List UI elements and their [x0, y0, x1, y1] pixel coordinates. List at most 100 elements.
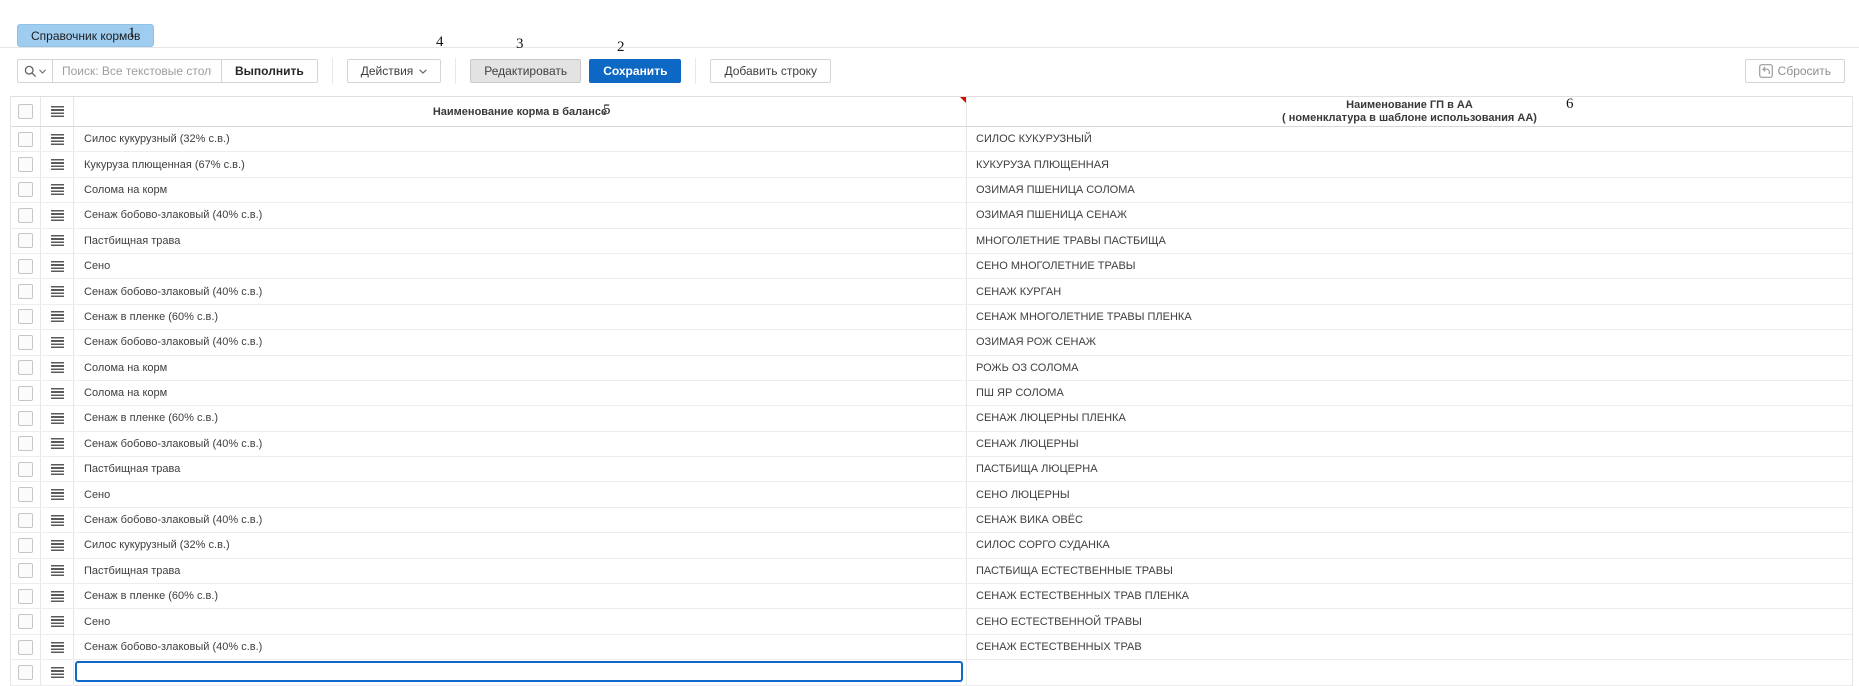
gp-name-cell[interactable]: СЕНАЖ ЕСТЕСТВЕННЫХ ТРАВ	[967, 635, 1852, 659]
gp-name-cell[interactable]: ПАСТБИЩА ЕСТЕСТВЕННЫЕ ТРАВЫ	[967, 559, 1852, 583]
feed-name-cell[interactable]: Сенаж в пленке (60% с.в.)	[74, 584, 967, 608]
row-drag-handle-icon[interactable]	[51, 159, 64, 170]
column-header-gp-name[interactable]: Наименование ГП в АА ( номенклатура в ша…	[967, 97, 1852, 126]
go-button[interactable]: Выполнить	[221, 59, 318, 83]
feed-name-cell[interactable]: Сенаж бобово-злаковый (40% с.в.)	[74, 432, 967, 456]
gp-name-cell[interactable]: ОЗИМАЯ ПШЕНИЦА СЕНАЖ	[967, 203, 1852, 227]
feed-name-cell[interactable]: Сенаж бобово-злаковый (40% с.в.)	[74, 508, 967, 532]
row-checkbox[interactable]	[18, 360, 33, 375]
row-checkbox[interactable]	[18, 259, 33, 274]
row-select-cell	[11, 584, 41, 608]
row-checkbox[interactable]	[18, 563, 33, 578]
row-checkbox[interactable]	[18, 208, 33, 223]
feed-name-cell[interactable]: Сено	[74, 482, 967, 506]
row-checkbox[interactable]	[18, 462, 33, 477]
feed-name-cell[interactable]: Сенаж в пленке (60% с.в.)	[74, 305, 967, 329]
row-drag-handle-icon[interactable]	[51, 489, 64, 500]
row-drag-handle-icon[interactable]	[51, 540, 64, 551]
row-drag-handle-icon[interactable]	[51, 464, 64, 475]
row-drag-handle-icon[interactable]	[51, 591, 64, 602]
menu-icon[interactable]	[51, 106, 64, 117]
row-drag-handle-icon[interactable]	[51, 616, 64, 627]
row-checkbox[interactable]	[18, 513, 33, 528]
feed-name-cell[interactable]: Сено	[74, 609, 967, 633]
gp-name-cell[interactable]: ПШ ЯР СОЛОМА	[967, 381, 1852, 405]
search-input[interactable]	[53, 59, 221, 83]
gp-name-cell[interactable]: ПАСТБИЩА ЛЮЦЕРНА	[967, 457, 1852, 481]
feed-name-cell[interactable]: Солома на корм	[74, 356, 967, 380]
row-drag-handle-icon[interactable]	[51, 515, 64, 526]
row-drag-handle-icon[interactable]	[51, 337, 64, 348]
row-drag-handle-icon[interactable]	[51, 235, 64, 246]
feed-name-cell[interactable]: Сено	[74, 254, 967, 278]
row-checkbox[interactable]	[18, 665, 33, 680]
feed-name-cell[interactable]: Силос кукурузный (32% с.в.)	[74, 127, 967, 151]
row-checkbox[interactable]	[18, 538, 33, 553]
gp-name-cell[interactable]: СЕНАЖ МНОГОЛЕТНИЕ ТРАВЫ ПЛЕНКА	[967, 305, 1852, 329]
row-checkbox[interactable]	[18, 284, 33, 299]
feed-name-cell[interactable]: Сенаж бобово-злаковый (40% с.в.)	[74, 635, 967, 659]
row-drag-handle-icon[interactable]	[51, 184, 64, 195]
row-checkbox[interactable]	[18, 309, 33, 324]
row-checkbox[interactable]	[18, 436, 33, 451]
save-button[interactable]: Сохранить	[589, 59, 681, 83]
row-checkbox[interactable]	[18, 386, 33, 401]
gp-name-cell[interactable]: ОЗИМАЯ РОЖ СЕНАЖ	[967, 330, 1852, 354]
feed-name-cell[interactable]: Солома на корм	[74, 178, 967, 202]
feed-name-cell[interactable]: Кукуруза плющенная (67% с.в.)	[74, 152, 967, 176]
gp-name-cell[interactable]: РОЖЬ ОЗ СОЛОМА	[967, 356, 1852, 380]
feed-name-cell[interactable]: Сенаж бобово-злаковый (40% с.в.)	[74, 279, 967, 303]
feed-name-cell[interactable]: Пастбищная трава	[74, 457, 967, 481]
row-checkbox[interactable]	[18, 411, 33, 426]
gp-name-cell[interactable]: СЕНО ЕСТЕСТВЕННОЙ ТРАВЫ	[967, 609, 1852, 633]
gp-name-cell[interactable]: СЕНАЖ ВИКА ОВЁС	[967, 508, 1852, 532]
gp-name-cell[interactable]: СЕНАЖ ЕСТЕСТВЕННЫХ ТРАВ ПЛЕНКА	[967, 584, 1852, 608]
feed-name-cell[interactable]: Пастбищная трава	[74, 559, 967, 583]
add-row-button[interactable]: Добавить строку	[710, 59, 831, 83]
row-drag-handle-icon[interactable]	[51, 388, 64, 399]
feed-name-cell[interactable]: Пастбищная трава	[74, 229, 967, 253]
row-drag-handle-icon[interactable]	[51, 210, 64, 221]
column-header-feed-name[interactable]: Наименование корма в балансе	[74, 97, 967, 126]
select-all-checkbox[interactable]	[18, 104, 33, 119]
row-checkbox[interactable]	[18, 487, 33, 502]
gp-name-cell[interactable]	[967, 660, 1852, 684]
feed-name-cell[interactable]: Силос кукурузный (32% с.в.)	[74, 533, 967, 557]
actions-menu-button[interactable]: Действия	[347, 59, 442, 83]
gp-name-cell[interactable]: МНОГОЛЕТНИЕ ТРАВЫ ПАСТБИЩА	[967, 229, 1852, 253]
row-drag-handle-icon[interactable]	[51, 286, 64, 297]
row-drag-handle-icon[interactable]	[51, 362, 64, 373]
edit-button[interactable]: Редактировать	[470, 59, 581, 83]
reset-button[interactable]: Сбросить	[1745, 59, 1845, 83]
search-options-button[interactable]	[17, 59, 53, 83]
feed-name-cell[interactable]: Солома на корм	[74, 381, 967, 405]
feed-name-cell[interactable]: Сенаж в пленке (60% с.в.)	[74, 406, 967, 430]
feed-name-cell[interactable]: Сенаж бобово-злаковый (40% с.в.)	[74, 330, 967, 354]
row-drag-handle-icon[interactable]	[51, 565, 64, 576]
row-checkbox[interactable]	[18, 132, 33, 147]
row-checkbox[interactable]	[18, 157, 33, 172]
row-checkbox[interactable]	[18, 640, 33, 655]
gp-name-cell[interactable]: СЕНО ЛЮЦЕРНЫ	[967, 482, 1852, 506]
row-checkbox[interactable]	[18, 589, 33, 604]
row-drag-handle-icon[interactable]	[51, 413, 64, 424]
row-drag-handle-icon[interactable]	[51, 438, 64, 449]
feed-name-cell[interactable]	[74, 660, 967, 684]
row-checkbox[interactable]	[18, 182, 33, 197]
gp-name-cell[interactable]: СИЛОС СОРГО СУДАНКА	[967, 533, 1852, 557]
feed-name-cell[interactable]: Сенаж бобово-злаковый (40% с.в.)	[74, 203, 967, 227]
row-checkbox[interactable]	[18, 614, 33, 629]
gp-name-cell[interactable]: СЕНАЖ ЛЮЦЕРНЫ	[967, 432, 1852, 456]
row-checkbox[interactable]	[18, 233, 33, 248]
gp-name-cell[interactable]: СИЛОС КУКУРУЗНЫЙ	[967, 127, 1852, 151]
gp-name-cell[interactable]: ОЗИМАЯ ПШЕНИЦА СОЛОМА	[967, 178, 1852, 202]
gp-name-cell[interactable]: КУКУРУЗА ПЛЮЩЕННАЯ	[967, 152, 1852, 176]
row-drag-handle-icon[interactable]	[51, 642, 64, 653]
row-drag-handle-icon[interactable]	[51, 261, 64, 272]
row-drag-handle-icon[interactable]	[51, 311, 64, 322]
row-drag-handle-icon[interactable]	[51, 134, 64, 145]
gp-name-cell[interactable]: СЕНО МНОГОЛЕТНИЕ ТРАВЫ	[967, 254, 1852, 278]
row-checkbox[interactable]	[18, 335, 33, 350]
gp-name-cell[interactable]: СЕНАЖ КУРГАН	[967, 279, 1852, 303]
gp-name-cell[interactable]: СЕНАЖ ЛЮЦЕРНЫ ПЛЕНКА	[967, 406, 1852, 430]
